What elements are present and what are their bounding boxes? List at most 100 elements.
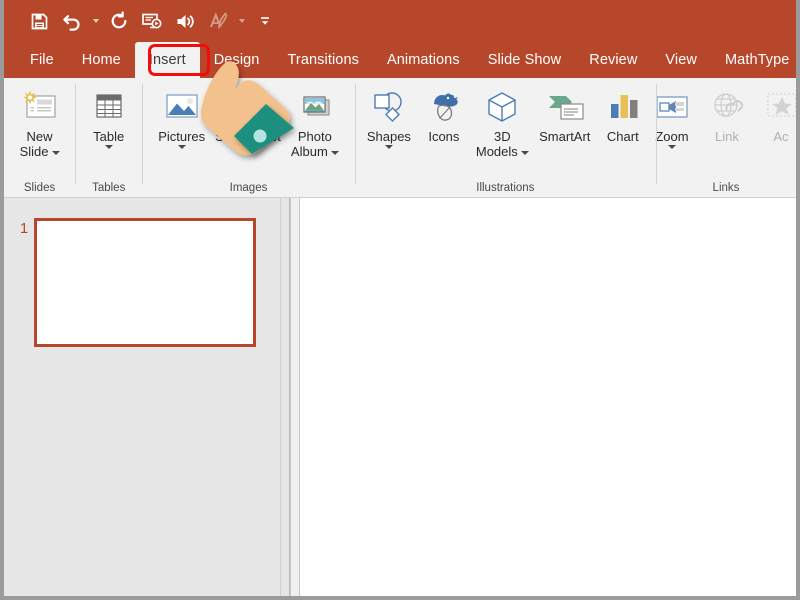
pen-a-icon <box>208 11 229 31</box>
chart-icon <box>601 85 645 129</box>
3d-models-button[interactable]: 3D Models <box>471 82 534 159</box>
ribbon-tab-animations[interactable]: Animations <box>373 42 474 78</box>
shapes-dropdown-arrow[interactable] <box>385 145 393 149</box>
screenshot-button[interactable]: Screenshot <box>210 82 286 149</box>
chevron-down-icon <box>257 13 273 29</box>
zoom-dropdown-arrow[interactable] <box>668 145 676 149</box>
action-label: Ac <box>773 129 788 144</box>
quick-access-toolbar <box>24 5 280 37</box>
ribbon-tab-transitions[interactable]: Transitions <box>273 42 372 78</box>
ribbon-group-illustrations: Shapes Icon <box>355 78 656 197</box>
slide-panel-scrollbar[interactable] <box>280 198 290 596</box>
group-label-images: Images <box>230 183 268 198</box>
ribbon-tab-strip: FileHomeInsertDesignTransitionsAnimation… <box>4 42 796 78</box>
ribbon-tab-slide-show[interactable]: Slide Show <box>474 42 576 78</box>
zoom-button[interactable]: Zoom <box>644 82 700 149</box>
new-slide-label-line1: New <box>27 129 53 144</box>
ribbon: New Slide Slides <box>4 78 796 198</box>
powerpoint-window: FileHomeInsertDesignTransitionsAnimation… <box>0 0 800 600</box>
speak-button[interactable] <box>170 6 200 36</box>
work-area: 1 <box>4 198 796 596</box>
smartart-button[interactable]: SmartArt <box>534 82 596 144</box>
link-globe-icon <box>705 85 749 129</box>
icons-icon <box>422 85 466 129</box>
table-icon <box>89 85 129 129</box>
ribbon-tab-file[interactable]: File <box>16 42 68 78</box>
action-icon <box>764 85 798 129</box>
ribbon-groups: New Slide Slides <box>4 78 796 197</box>
undo-dropdown-arrow[interactable] <box>90 6 101 36</box>
group-label-tables: Tables <box>92 183 125 198</box>
start-slideshow-button[interactable] <box>137 6 167 36</box>
photo-album-icon <box>293 85 337 129</box>
save-button[interactable] <box>24 6 54 36</box>
slide-thumbnail-panel[interactable]: 1 <box>4 198 290 596</box>
ribbon-tab-insert[interactable]: Insert <box>135 42 200 78</box>
panel-splitter[interactable] <box>290 198 300 596</box>
ribbon-tab-review[interactable]: Review <box>575 42 651 78</box>
table-button[interactable]: Table <box>82 82 136 149</box>
pictures-label: Pictures <box>158 129 205 144</box>
photo-album-dropdown-arrow[interactable] <box>331 151 339 155</box>
screenshot-icon <box>226 85 270 129</box>
shapes-label: Shapes <box>367 129 411 144</box>
ribbon-group-tables: Table Tables <box>75 78 142 197</box>
3d-models-icon <box>480 85 524 129</box>
undo-button[interactable] <box>57 6 87 36</box>
zoom-label: Zoom <box>655 129 688 144</box>
screenshot-dropdown-arrow[interactable] <box>244 145 252 149</box>
pen-dropdown-arrow[interactable] <box>236 6 247 36</box>
ribbon-tab-mathtype[interactable]: MathType <box>711 42 800 78</box>
slide-list-item[interactable]: 1 <box>14 218 256 347</box>
new-slide-label-line2: Slide <box>20 144 49 159</box>
ribbon-tab-home[interactable]: Home <box>68 42 135 78</box>
chart-label: Chart <box>607 129 639 144</box>
photo-album-label-line1: Photo <box>298 129 332 144</box>
3d-models-dropdown-arrow[interactable] <box>521 151 529 155</box>
photo-album-button[interactable]: Photo Album <box>286 82 344 159</box>
undo-icon <box>62 11 83 31</box>
link-button[interactable]: Link <box>700 82 754 144</box>
ribbon-tabs: FileHomeInsertDesignTransitionsAnimation… <box>16 42 800 78</box>
link-label: Link <box>715 129 739 144</box>
ribbon-tab-design[interactable]: Design <box>200 42 274 78</box>
slideshow-icon <box>141 11 163 31</box>
slide-number: 1 <box>14 218 34 236</box>
shapes-icon <box>366 85 412 129</box>
shapes-button[interactable]: Shapes <box>361 82 417 149</box>
new-slide-dropdown-arrow[interactable] <box>52 151 60 155</box>
pen-button[interactable] <box>203 6 233 36</box>
ribbon-group-images: Pictures Screenshot <box>142 78 354 197</box>
pictures-button[interactable]: Pictures <box>153 82 210 149</box>
new-slide-icon <box>18 85 62 129</box>
zoom-icon <box>649 85 695 129</box>
photo-album-label-line2: Album <box>291 144 328 159</box>
speaker-icon <box>175 12 196 31</box>
ribbon-tab-view[interactable]: View <box>651 42 711 78</box>
slide-editing-canvas[interactable] <box>300 198 796 596</box>
icons-button[interactable]: Icons <box>417 82 471 144</box>
ribbon-group-slides: New Slide Slides <box>4 78 75 197</box>
screenshot-label: Screenshot <box>215 129 281 144</box>
pictures-icon <box>160 85 204 129</box>
table-label: Table <box>93 129 124 144</box>
3d-models-label-line2: Models <box>476 144 518 159</box>
redo-icon <box>109 11 129 31</box>
customize-qat-button[interactable] <box>250 6 280 36</box>
3d-models-label-line1: 3D <box>494 129 511 144</box>
icons-label: Icons <box>428 129 459 144</box>
table-dropdown-arrow[interactable] <box>105 145 113 149</box>
smartart-label: SmartArt <box>539 129 590 144</box>
new-slide-button[interactable]: New Slide <box>13 82 67 159</box>
group-label-illustrations: Illustrations <box>476 183 534 198</box>
smartart-icon <box>539 85 591 129</box>
group-label-links: Links <box>713 183 740 198</box>
action-button[interactable]: Ac <box>754 82 800 144</box>
title-bar <box>4 0 796 42</box>
pictures-dropdown-arrow[interactable] <box>178 145 186 149</box>
group-label-slides: Slides <box>24 183 55 198</box>
ribbon-group-links: Zoom Link <box>656 78 796 197</box>
slide-thumbnail-1[interactable] <box>34 218 256 347</box>
save-icon <box>30 12 49 31</box>
redo-button[interactable] <box>104 6 134 36</box>
